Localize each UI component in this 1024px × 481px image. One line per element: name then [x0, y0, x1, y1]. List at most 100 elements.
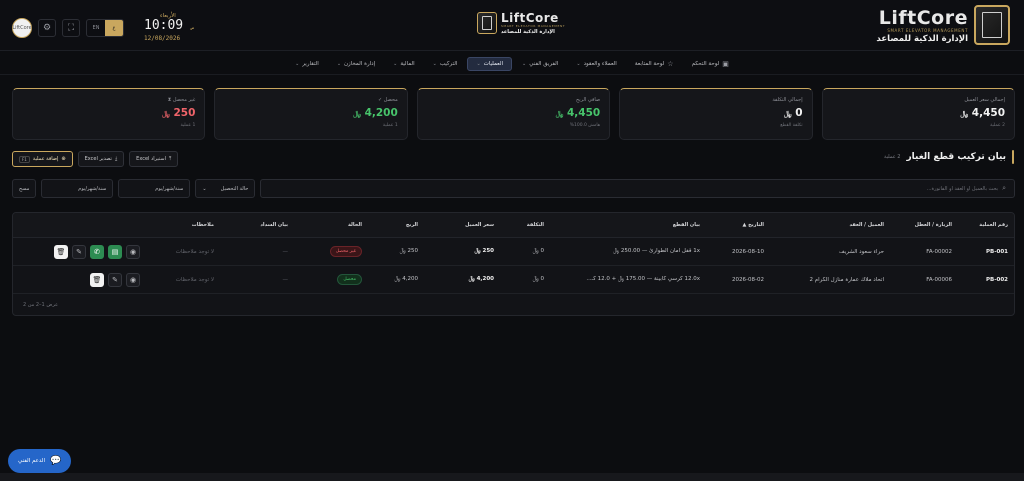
edit-icon[interactable]: ✎ — [72, 244, 86, 259]
language-toggle: EN ع — [86, 18, 124, 37]
dashboard-icon: ▣ — [722, 59, 729, 68]
clock-date: 12/08/2026 — [144, 35, 181, 42]
cell-cost: 0 ﷼ — [532, 276, 544, 282]
th-id[interactable]: رقم العملية — [958, 222, 1014, 228]
add-operation-button[interactable]: ⊕ إضافة عملية F1 — [12, 151, 73, 167]
status-filter-label: حالة التحصيل — [220, 185, 249, 192]
view-icon[interactable]: ◉ — [126, 272, 140, 287]
cell-price: 250 ﷼ — [474, 248, 495, 254]
chevron-down-icon: ⌄ — [522, 60, 527, 67]
th-client[interactable]: العميل / العقد — [770, 222, 890, 228]
nav-item-2[interactable]: العملاء والعقود ⌄ — [568, 58, 624, 70]
import-excel-button[interactable]: ⤒ استيراد Excel — [129, 151, 179, 167]
th-cost[interactable]: التكلفة — [500, 222, 550, 228]
th-status[interactable]: الحالة — [294, 222, 368, 228]
nav-item-8[interactable]: التقارير ⌄ — [287, 58, 327, 70]
cell-invoice[interactable]: FA-00006 — [890, 277, 958, 283]
center-brand-logo: LiftCore SMART ELEVATOR MANAGEMENT الإدا… — [477, 11, 565, 35]
cell-id[interactable]: PB-001 — [958, 249, 1014, 255]
cell-price: 4,200 ﷼ — [468, 276, 494, 282]
nav-item-6[interactable]: المالية ⌄ — [385, 58, 423, 70]
table-row[interactable]: PB-001 FA-00002 حراء سعود الشريف 2026-08-10… — [13, 238, 1014, 266]
bottom-bar — [0, 473, 1024, 481]
center-brand-subtitle: الإدارة الذكية للمصاعد — [501, 29, 555, 35]
brand-subtitle: الإدارة الذكية للمصاعد — [876, 33, 968, 44]
th-date[interactable]: التاريخ ▲ — [706, 222, 770, 228]
th-parts[interactable]: بيان القطع — [550, 222, 706, 228]
fullscreen-icon[interactable]: ⛶ — [62, 18, 80, 37]
clock-ampm: ص — [190, 25, 194, 31]
view-icon[interactable]: ◉ — [126, 244, 140, 259]
avatar[interactable]: LiftCore — [12, 17, 32, 38]
stat-value: 4,450 — [971, 107, 1005, 119]
cell-payment: — — [282, 248, 289, 255]
th-price[interactable]: سعر العميل — [424, 222, 500, 228]
invoice-icon[interactable]: ▤ — [108, 244, 122, 259]
brand-tagline: SMART ELEVATOR MANAGEMENT — [887, 27, 968, 33]
center-brand-name: LiftCore — [501, 11, 559, 25]
search-icon: ⌕ — [1002, 184, 1006, 192]
brand-name: LiftCore — [878, 6, 968, 29]
cell-invoice[interactable]: FA-00002 — [890, 249, 958, 255]
stat-card-value: 4,200 ﷼ — [224, 107, 398, 119]
export-excel-button[interactable]: ⤓ تصدير Excel — [77, 151, 125, 167]
th-notes[interactable]: ملاحظات — [148, 222, 220, 228]
nav-item-label: الفريق الفني — [529, 60, 559, 67]
nav-item-3[interactable]: الفريق الفني ⌄ — [514, 58, 566, 70]
nav-item-7[interactable]: إدارة المخازن ⌄ — [329, 58, 383, 70]
th-invoice[interactable]: الزيارة / العطل — [890, 222, 958, 228]
plus-circle-icon: ⊕ — [61, 156, 66, 162]
date-to-input[interactable]: سنة/شهر/يوم — [41, 179, 114, 198]
phone-icon[interactable]: ✆ — [90, 244, 104, 259]
support-label: الدعم الفني — [18, 458, 46, 464]
stat-card-sub: هامش 100.0% — [569, 123, 601, 128]
currency-icon: ﷼ — [960, 110, 969, 118]
gear-icon[interactable]: ⚙ — [38, 18, 56, 37]
support-button[interactable]: 💬 الدعم الفني — [8, 449, 72, 473]
search-input[interactable] — [269, 185, 999, 192]
cell-status: محصل — [294, 274, 368, 285]
lang-ar-button[interactable]: ع — [105, 19, 123, 36]
cell-profit: 250 ﷼ — [399, 248, 418, 254]
nav-item-label: المالية — [400, 60, 415, 67]
table-row[interactable]: PB-002 FA-00006 اتحاد ملاك عمارة منازل الك… — [13, 266, 1014, 294]
title-accent-bar — [1012, 150, 1014, 164]
stat-card-sub: تكلفة القطع — [780, 123, 803, 128]
nav-item-1[interactable]: ☆ لوحة المتابعة — [627, 57, 682, 71]
cell-id[interactable]: PB-002 — [958, 277, 1014, 283]
clock: الأربعاء 10:09 ص 12/08/2026 — [144, 13, 194, 42]
stat-card-value: 4,450 ﷼ — [427, 107, 601, 119]
chevron-down-icon: ⌄ — [202, 185, 207, 192]
delete-icon[interactable]: 🗑 — [54, 244, 68, 259]
brand-logo[interactable]: LiftCore SMART ELEVATOR MANAGEMENT الإدا… — [876, 3, 1010, 47]
delete-icon[interactable]: 🗑 — [90, 272, 104, 287]
cell-parts: 12.0x كرسي كابينة — 175.00 ﷼ + 12.0 كـ..… — [586, 276, 700, 282]
stat-card-sub: 2 عملية — [990, 123, 1005, 128]
chevron-down-icon: ⌄ — [336, 60, 342, 67]
nav-item-0[interactable]: ▣ لوحة التحكم — [684, 57, 737, 71]
chevron-down-icon: ⌄ — [393, 60, 398, 67]
stat-card-value: 0 ﷼ — [629, 107, 803, 119]
nav-item-4[interactable]: العمليات ⌄ — [467, 56, 513, 71]
cell-profit: 4,200 ﷼ — [394, 276, 418, 282]
filter-bar: مسح سنة/شهر/يوم سنة/شهر/يوم حالة التحصيل… — [12, 179, 1015, 198]
stat-cards: إجمالي سعر العميل 4,450 ﷼ 2 عملية إجمالي ال… — [11, 88, 1015, 140]
stat-value: 0 — [795, 107, 803, 119]
lang-en-button[interactable]: EN — [87, 20, 105, 36]
nav-item-label: لوحة التحكم — [691, 60, 720, 67]
th-profit[interactable]: الربح — [368, 222, 424, 228]
top-header: LiftCore SMART ELEVATOR MANAGEMENT الإدا… — [0, 0, 1024, 51]
edit-icon[interactable]: ✎ — [108, 272, 122, 287]
header-tools: LiftCore ⚙ ⛶ EN ع الأربعاء 10:09 ص 12/08… — [12, 13, 194, 42]
date-from-input[interactable]: سنة/شهر/يوم — [118, 179, 191, 198]
nav-item-5[interactable]: التركيب ⌄ — [425, 58, 466, 70]
stat-card-sub: 1 عملية — [382, 123, 398, 128]
stat-card-label: إجمالي سعر العميل — [964, 97, 1005, 103]
cell-notes: لا توجد ملاحظات — [175, 276, 214, 283]
stat-card: غير محصل ⧗ 250 ﷼ 1 عملية — [11, 88, 206, 140]
cell-client: حراء سعود الشريف — [839, 248, 884, 255]
clear-filters-button[interactable]: مسح — [12, 179, 37, 198]
status-filter-select[interactable]: حالة التحصيل ⌄ — [195, 179, 256, 198]
chevron-down-icon: ⌄ — [295, 60, 300, 67]
th-payment[interactable]: بيان السداد — [220, 222, 294, 228]
